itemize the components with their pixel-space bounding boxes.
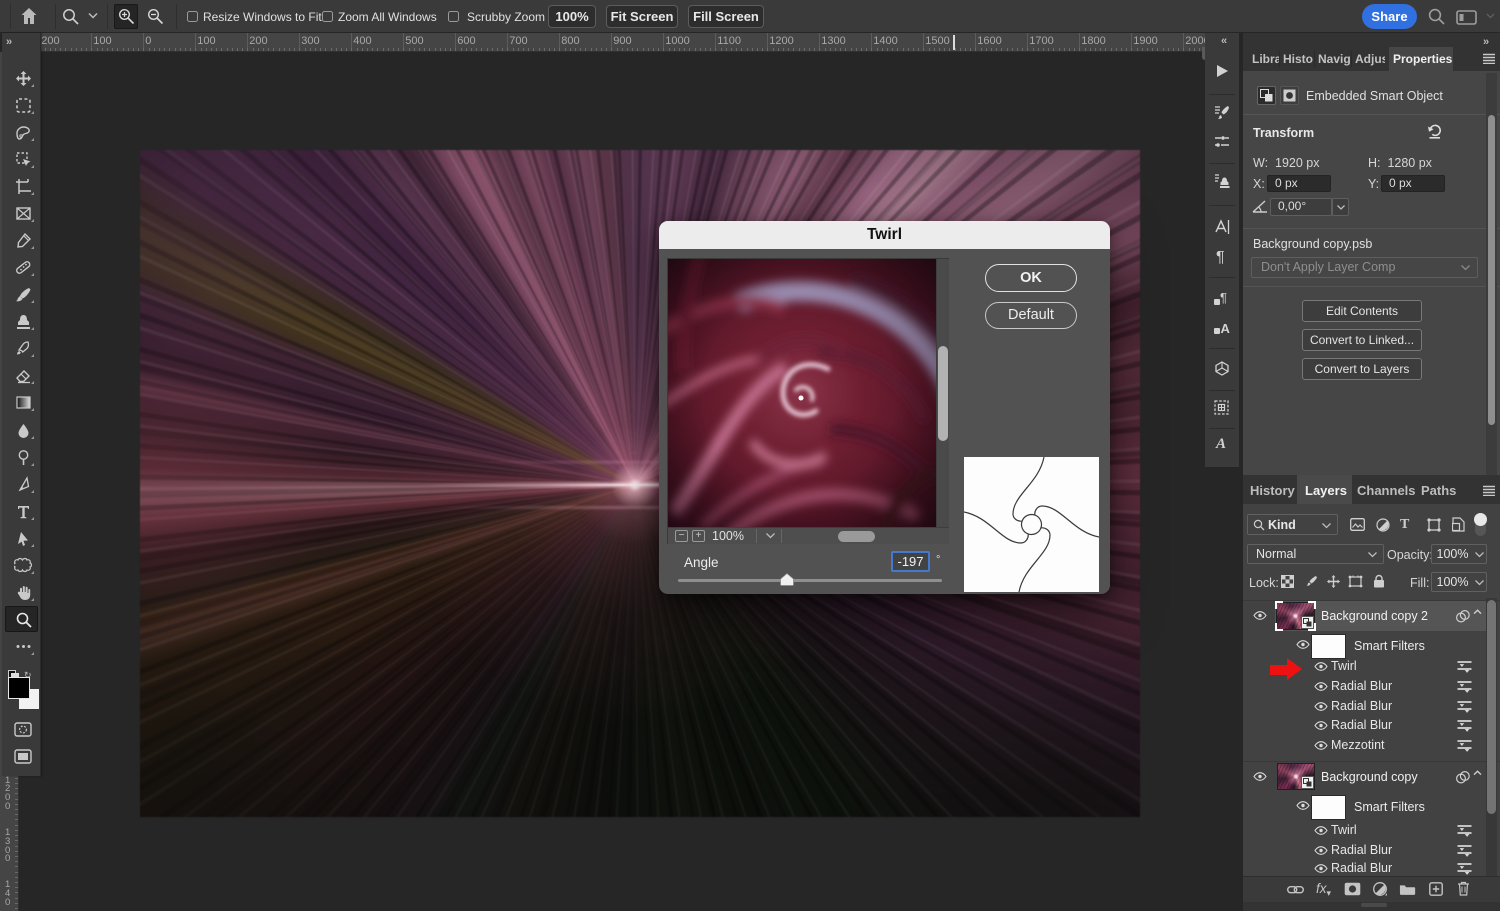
svg-text:A: A — [1221, 321, 1231, 336]
svg-text:¶: ¶ — [1216, 249, 1225, 266]
svg-text:A: A — [1215, 436, 1226, 452]
svg-text:¶: ¶ — [1220, 290, 1227, 305]
